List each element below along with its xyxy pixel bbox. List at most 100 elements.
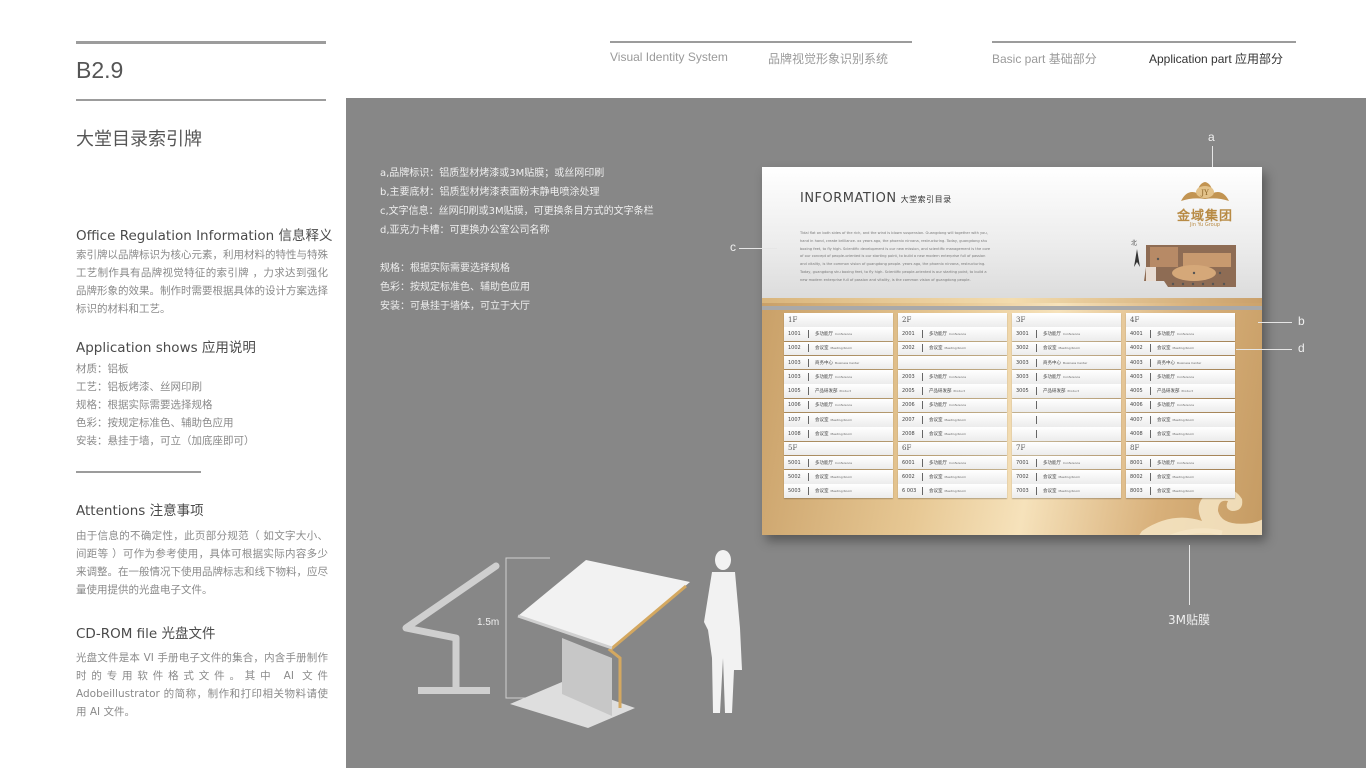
floor-header: 7F [1012,441,1121,456]
floor-header: 8F [1126,441,1235,456]
callout-label-b: b [1298,314,1305,328]
room-name-en: Meeting Room [1172,489,1195,494]
room-number: 6001 [902,459,915,466]
directory-entry: 1008 会议室 Meeting Room [784,427,893,441]
entry-separator [922,415,923,424]
directory-entry: 5002 会议室 Meeting Room [784,470,893,484]
callout-line-c [739,248,777,249]
room-name-cn: 会议室 [1157,474,1171,480]
callout-line-3m [1189,545,1190,605]
room-name-cn: 产品研发部 [929,389,952,395]
room-name-cn: 多功能厅 [1157,374,1175,380]
directory-entry: 4002 会议室 Meeting Room [1126,341,1235,356]
application-item: 安装：悬挂于墙，可立（加底座即可） [76,435,255,447]
entry-separator [1150,458,1151,467]
directory-entry: 1003 商务中心 Business Center [784,355,893,370]
entry-separator [1150,472,1151,481]
room-name-cn: 商务中心 [1157,360,1175,366]
kiosk-profile-base [418,687,490,694]
room-number: 3002 [1016,345,1029,352]
room-name-cn: 会议室 [815,489,829,495]
svg-text:JY: JY [1200,189,1209,197]
entry-separator [1150,372,1151,381]
room-name-cn: 商务中心 [815,360,833,366]
room-name-cn: 多功能厅 [1157,332,1175,338]
room-name-cn: 会议室 [1043,346,1057,352]
room-name-en: Product [1181,389,1193,394]
room-name-cn: 多功能厅 [1043,460,1061,466]
divider [76,471,201,473]
room-name-cn: 会议室 [1157,346,1171,352]
floor-header: 3F [1012,313,1121,327]
room-number: 4008 [1130,431,1143,438]
room-name-cn: 多功能厅 [1043,374,1061,380]
room-number: 4007 [1130,416,1143,423]
directory-column: 2F 2001 多功能厅 Conference 2002 会议室 Meeting Room 2… [898,313,1007,499]
callout-line-a [1212,146,1213,167]
room-number: 2007 [902,416,915,423]
room-name-en: Business Center [1177,360,1202,365]
entry-separator [922,372,923,381]
room-number: 4006 [1130,402,1143,409]
entry-separator [1036,330,1037,339]
room-name-cn: 会议室 [815,417,829,423]
entry-separator [922,330,923,339]
directory-entry: 2007 会议室 Meeting Room [898,412,1007,427]
room-name-en: Conference [1063,332,1081,337]
illustration-stage: a,品牌标识：铝质型材烤漆或3M贴膜；或丝网印刷 b,主要底材：铝质型材烤漆表面… [346,98,1366,768]
nav-application-part[interactable]: Application part 应用部分 [1149,50,1283,67]
entry-separator [922,344,923,353]
entry-separator [808,458,809,467]
board-body-text: Tidal flat on both sides of the rich, an… [800,231,991,282]
directory-entry: 4007 会议室 Meeting Room [1126,412,1235,427]
entry-separator [1150,358,1151,367]
room-name-en: Product [1067,389,1079,394]
directory-entry: 6002 会议室 Meeting Room [898,470,1007,484]
room-number: 1003 [788,373,801,380]
board-title-en: INFORMATION [800,191,897,206]
office-body: 索引牌以品牌标识为核心元素，利用材料的特性与特殊工艺制作具有品牌视觉特征的索引牌… [76,249,328,315]
room-number: 3003 [1016,373,1029,380]
entry-separator [1150,344,1151,353]
spec-item: 安装：可悬挂于墙体，可立于大厅 [380,301,530,312]
room-name-en: Conference [949,332,967,337]
room-name-en: Conference [949,374,967,379]
entry-separator [1150,415,1151,424]
directory-entry: 3005 产品研发部 Product [1012,384,1121,398]
section-code: B2.9 [76,57,124,83]
floor-header: 5F [784,441,893,456]
room-number: 1008 [788,431,801,438]
room-name-en: Meeting Room [1172,432,1195,437]
entry-separator [1036,487,1037,496]
entry-separator [922,458,923,467]
application-item: 工艺：铝板烤漆、丝网印刷 [76,381,202,393]
room-name-cn: 会议室 [929,474,943,480]
room-number: 7003 [1016,488,1029,495]
room-name-cn: 多功能厅 [815,403,833,409]
directory-entry: 7003 会议室 Meeting Room [1012,484,1121,498]
room-name-en: Business Center [1063,360,1088,365]
entry-separator [922,487,923,496]
spec-gap [380,240,654,259]
room-name-en: Meeting Room [830,417,853,422]
entry-separator [1036,401,1037,410]
nav-basic-part[interactable]: Basic part 基础部分 [992,50,1097,67]
entry-separator [1036,430,1037,439]
directory-entry: 1001 多功能厅 Conference [784,327,893,341]
cdrom-heading: CD-ROM file 光盘文件 [76,626,216,642]
room-number: 2003 [902,373,915,380]
directory-entry: 4001 多功能厅 Conference [1126,327,1235,341]
room-name-en: Conference [835,403,853,408]
room-name-cn: 商务中心 [1043,360,1061,366]
room-name-en: Meeting Room [1058,346,1081,351]
room-number: 8001 [1130,459,1143,466]
directory-grid: 1F 1001 多功能厅 Conference 1002 会议室 Meeting Room 1… [784,313,1236,499]
directory-entry: 8002 会议室 Meeting Room [1126,470,1235,484]
spec-item: 色彩：按规定标准色、辅助色应用 [380,282,530,293]
callout-line-d [1236,349,1292,350]
room-name-cn: 多功能厅 [1043,332,1061,338]
room-name-cn: 会议室 [815,432,829,438]
directory-entry: 6 003 会议室 Meeting Room [898,484,1007,498]
room-name-en: Meeting Room [1172,346,1195,351]
room-number: 8003 [1130,488,1143,495]
